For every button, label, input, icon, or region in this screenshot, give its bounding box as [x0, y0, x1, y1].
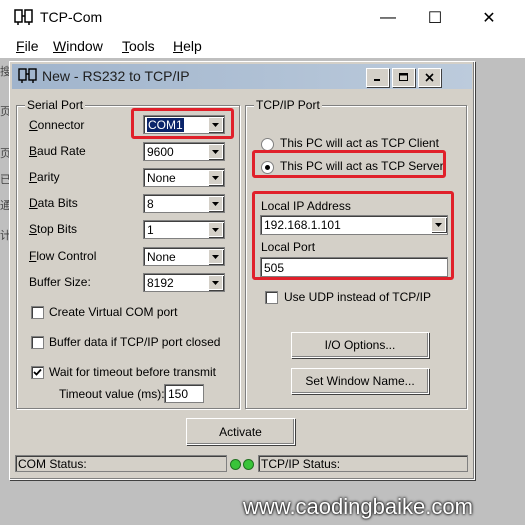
outer-titlebar: TCP-Com — ☐ ✕ [0, 0, 525, 36]
chevron-down-icon[interactable] [208, 196, 223, 211]
buffer-size-label: Buffer Size: [29, 275, 91, 289]
watermark: www.caodingbaike.com [243, 494, 473, 519]
parity-value: None [147, 171, 176, 185]
baud-rate-label: Baud Rate [29, 144, 86, 158]
set-window-name-button[interactable]: Set Window Name... [291, 368, 429, 394]
minimize-icon: — [380, 9, 396, 26]
buffer-data-label: Buffer data if TCP/IP port closed [49, 335, 221, 349]
baud-rate-select[interactable]: 9600 [143, 142, 225, 161]
minimize-button[interactable]: — [365, 0, 411, 36]
dialog-title: New - RS232 to TCP/IP [42, 68, 190, 84]
com-status-text: COM Status: [18, 457, 87, 471]
data-bits-select[interactable]: 8 [143, 194, 225, 213]
chevron-down-icon[interactable] [208, 144, 223, 159]
outer-window-title: TCP-Com [40, 9, 103, 25]
com-status-led [230, 459, 241, 470]
dialog-titlebar[interactable]: New - RS232 to TCP/IP [12, 64, 472, 89]
maximize-button[interactable]: ☐ [412, 0, 458, 36]
flow-control-label: Flow Control [29, 249, 97, 263]
dialog-close-button[interactable] [418, 68, 441, 87]
tcpip-port-group-label: TCP/IP Port [254, 98, 322, 112]
create-virtual-com-label: Create Virtual COM port [49, 305, 178, 319]
connector-highlight [131, 108, 234, 139]
menu-file[interactable]: File [16, 38, 39, 54]
parity-select[interactable]: None [143, 168, 225, 187]
buffer-data-checkbox[interactable] [31, 336, 44, 349]
timeout-value-input[interactable]: 150 [164, 384, 204, 403]
local-ip-port-highlight [252, 191, 454, 280]
use-udp-label: Use UDP instead of TCP/IP [284, 290, 431, 304]
flow-control-value: None [147, 250, 176, 264]
chevron-down-icon[interactable] [208, 170, 223, 185]
maximize-icon: ☐ [427, 10, 443, 27]
chevron-down-icon[interactable] [208, 222, 223, 237]
chevron-down-icon[interactable] [208, 275, 223, 290]
create-virtual-com-checkbox[interactable] [31, 306, 44, 319]
dialog-maximize-button[interactable] [392, 68, 415, 87]
minimize-icon [374, 79, 380, 81]
maximize-icon [399, 73, 408, 81]
buffer-size-select[interactable]: 8192 [143, 273, 225, 292]
activate-button[interactable]: Activate [186, 418, 295, 445]
menu-tools[interactable]: Tools [122, 38, 155, 54]
menu-window[interactable]: Window [53, 38, 103, 54]
menu-bar: File Window Tools Help [0, 36, 525, 58]
stop-bits-label: Stop Bits [29, 222, 78, 236]
flow-control-select[interactable]: None [143, 247, 225, 266]
wait-timeout-checkbox[interactable] [31, 366, 44, 379]
dialog-minimize-button[interactable] [366, 68, 389, 87]
data-bits-label: Data Bits [29, 196, 78, 210]
serial-port-group-label: Serial Port [25, 98, 86, 112]
dialog-icon [18, 68, 37, 83]
timeout-value-label: Timeout value (ms): [59, 387, 165, 401]
tcp-server-highlight [252, 150, 446, 178]
data-bits-value: 8 [147, 197, 154, 211]
chevron-down-icon[interactable] [208, 249, 223, 264]
wait-timeout-label: Wait for timeout before transmit [49, 365, 216, 379]
baud-rate-value: 9600 [147, 145, 174, 159]
menu-help[interactable]: Help [173, 38, 202, 54]
buffer-size-value: 8192 [147, 276, 174, 290]
parity-label: Parity [29, 170, 60, 184]
checkmark-icon [33, 368, 42, 376]
io-options-button[interactable]: I/O Options... [291, 332, 429, 358]
tcpip-status-pane: TCP/IP Status: [258, 455, 468, 472]
stop-bits-select[interactable]: 1 [143, 220, 225, 239]
com-status-pane: COM Status: [15, 455, 227, 472]
tcpip-status-led [243, 459, 254, 470]
tcpip-status-text: TCP/IP Status: [261, 457, 341, 471]
connector-label: Connector [29, 118, 85, 132]
tcp-client-label: This PC will act as TCP Client [280, 136, 439, 150]
close-icon [425, 73, 434, 82]
use-udp-checkbox[interactable] [265, 291, 278, 304]
close-icon: ✕ [482, 10, 496, 27]
stop-bits-value: 1 [147, 223, 154, 237]
app-icon [14, 9, 33, 25]
close-button[interactable]: ✕ [466, 0, 512, 36]
